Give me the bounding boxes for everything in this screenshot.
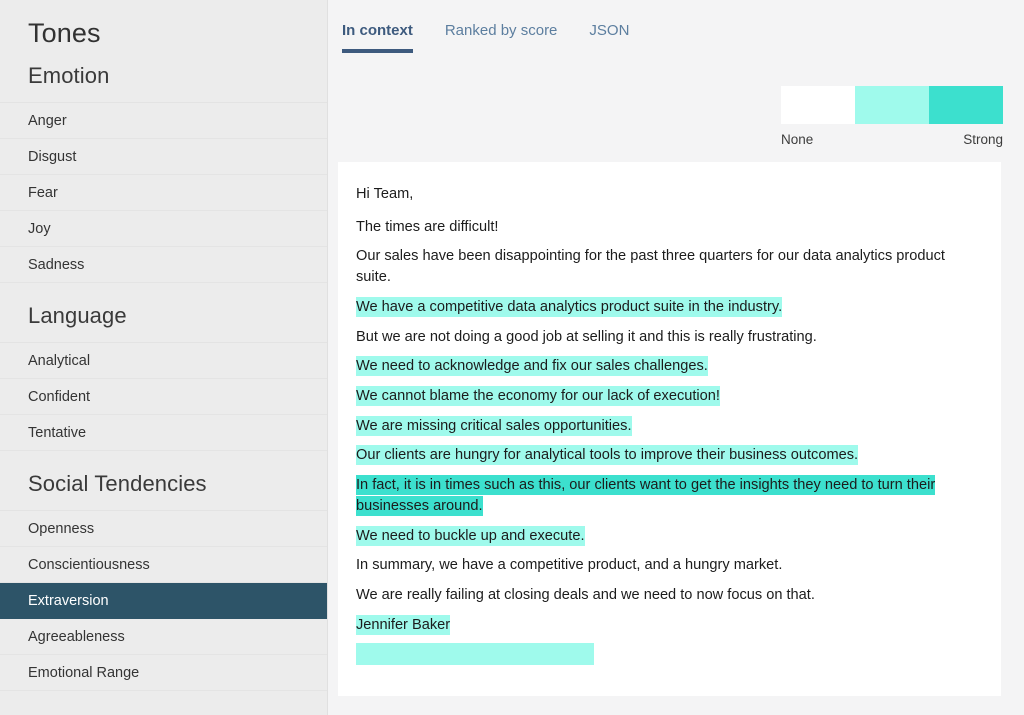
- tone-analyzer-app: Tones Emotion Anger Disgust Fear Joy Sadness L…: [0, 0, 1024, 715]
- sidebar-item-confident[interactable]: Confident: [0, 379, 327, 415]
- sidebar-group-list: Emotion Anger Disgust Fear Joy Sadness Languag…: [0, 55, 327, 691]
- document-sentence: Hi Team,: [356, 184, 983, 205]
- sentence-text: In summary, we have a competitive produc…: [356, 557, 783, 574]
- sidebar-item-anger[interactable]: Anger: [0, 103, 327, 139]
- document-sentence: In fact, it is in times such as this, ou…: [356, 475, 983, 516]
- sidebar-item-extraversion[interactable]: Extraversion: [0, 583, 327, 619]
- sentence-text: We need to acknowledge and fix our sales…: [356, 356, 708, 377]
- document-sentence: Our sales have been disappointing for th…: [356, 246, 983, 287]
- sentence-text: We need to buckle up and execute.: [356, 525, 585, 546]
- sidebar-item-emotional-range[interactable]: Emotional Range: [0, 655, 327, 691]
- document-sentence: We need to buckle up and execute.: [356, 525, 983, 547]
- document-sentence: In summary, we have a competitive produc…: [356, 555, 983, 576]
- sidebar-item-openness[interactable]: Openness: [0, 511, 327, 547]
- legend-max-label: Strong: [963, 132, 1003, 147]
- document-sentence: We need to acknowledge and fix our sales…: [356, 356, 983, 377]
- analyzed-document: Hi Team, The times are difficult! Our sale…: [356, 184, 983, 665]
- document-sentence: Our clients are hungry for analytical to…: [356, 445, 983, 466]
- sentence-text: Jennifer Baker: [356, 614, 451, 635]
- document-sentence: Jennifer Baker: [356, 614, 983, 636]
- legend-segment-1: [855, 86, 929, 124]
- legend-min-label: None: [781, 132, 814, 147]
- sidebar-group-header: Emotion: [0, 55, 327, 103]
- tab-json[interactable]: JSON: [589, 22, 629, 53]
- sentence-text: We are missing critical sales opportunit…: [356, 415, 632, 436]
- legend-segment-2: [929, 86, 1003, 124]
- sentence-text: But we are not doing a good job at selli…: [356, 328, 817, 345]
- sidebar-item-conscientiousness[interactable]: Conscientiousness: [0, 547, 327, 583]
- tab-in-context[interactable]: In context: [342, 22, 413, 53]
- sidebar-item-sadness[interactable]: Sadness: [0, 247, 327, 283]
- sentence-text: We cannot blame the economy for our lack…: [356, 386, 720, 407]
- sentence-text: Hi Team,: [356, 186, 414, 202]
- legend-gradient-bar: [781, 86, 1003, 124]
- legend-labels: None Strong: [781, 132, 1003, 147]
- sidebar-group-header: Language: [0, 283, 327, 343]
- sidebar-title: Tones: [28, 18, 101, 48]
- sidebar-group-header: Social Tendencies: [0, 451, 327, 511]
- sentence-text: The times are difficult!: [356, 218, 499, 235]
- document-card: Hi Team, The times are difficult! Our sale…: [338, 162, 1001, 696]
- sidebar-item-disgust[interactable]: Disgust: [0, 139, 327, 175]
- sentence-text: In fact, it is in times such as this, ou…: [356, 475, 936, 516]
- sentence-text: Our sales have been disappointing for th…: [356, 248, 945, 286]
- document-sentence: But we are not doing a good job at selli…: [356, 327, 983, 348]
- sentence-text: We are really failing at closing deals a…: [356, 587, 815, 604]
- tones-sidebar: Tones Emotion Anger Disgust Fear Joy Sadness L…: [0, 0, 328, 715]
- document-sentence: We have a competitive data analytics pro…: [356, 296, 983, 318]
- sentence-text: We have a competitive data analytics pro…: [356, 296, 783, 317]
- sidebar-item-joy[interactable]: Joy: [0, 211, 327, 247]
- document-sentence: We are missing critical sales opportunit…: [356, 415, 983, 437]
- document-sentence: We are really failing at closing deals a…: [356, 585, 983, 606]
- score-legend: None Strong: [781, 86, 1003, 147]
- document-sentence: We cannot blame the economy for our lack…: [356, 386, 983, 407]
- sentence-text: Our clients are hungry for analytical to…: [356, 445, 859, 466]
- sidebar-item-analytical[interactable]: Analytical: [0, 343, 327, 379]
- tab-ranked-by-score[interactable]: Ranked by score: [445, 22, 558, 53]
- sidebar-item-fear[interactable]: Fear: [0, 175, 327, 211]
- main-panel: In context Ranked by score JSON None Stron…: [328, 0, 1024, 715]
- view-tabs: In context Ranked by score JSON: [328, 0, 1024, 66]
- trailing-highlight-bar: [356, 642, 594, 665]
- document-sentence: The times are difficult!: [356, 217, 983, 238]
- sidebar-item-agreeableness[interactable]: Agreeableness: [0, 619, 327, 655]
- legend-segment-0: [781, 86, 855, 124]
- sidebar-item-tentative[interactable]: Tentative: [0, 415, 327, 451]
